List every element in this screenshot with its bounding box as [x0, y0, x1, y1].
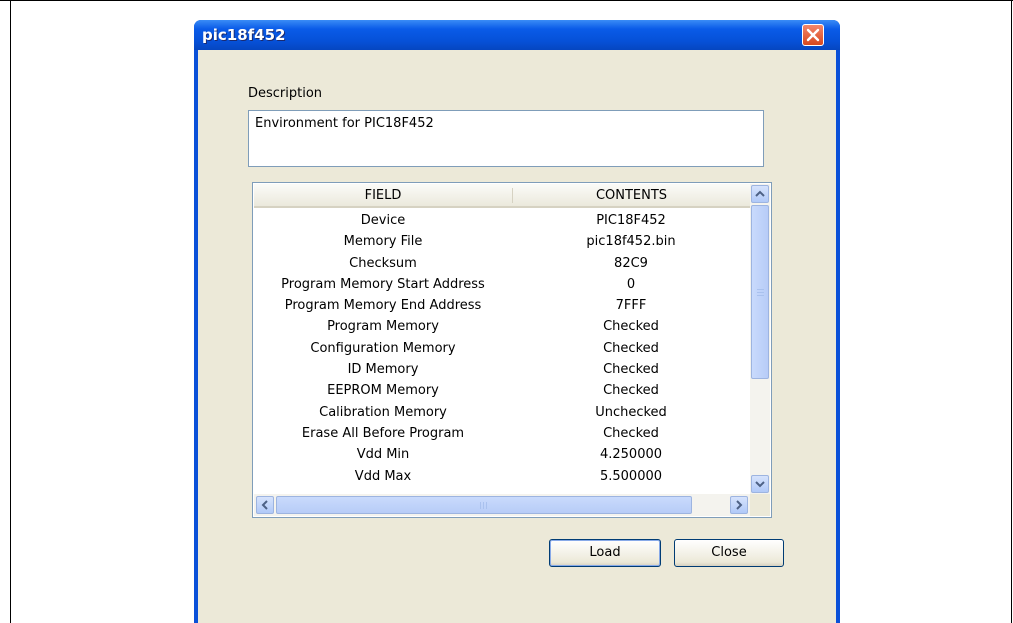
window-title: pic18f452	[202, 26, 286, 44]
table-row[interactable]: Erase All Before Program Checked	[254, 423, 750, 444]
table-row[interactable]: ID Memory Checked	[254, 359, 750, 380]
dialog-body: Description Environment for PIC18F452 FI…	[198, 50, 836, 623]
chevron-up-icon	[755, 190, 765, 197]
scroll-up-button[interactable]	[751, 185, 769, 203]
environment-table[interactable]: FIELD CONTENTS Device PIC18F452 Memory Fi…	[252, 182, 772, 518]
contents-cell: pic18f452.bin	[586, 234, 676, 250]
contents-cell: 4.250000	[599, 447, 663, 463]
field-cell: Program Memory End Address	[284, 298, 482, 314]
table-header: FIELD CONTENTS	[254, 184, 750, 208]
table-row[interactable]: Device PIC18F452	[254, 210, 750, 231]
close-button[interactable]: Close	[674, 539, 784, 567]
scrollbar-corner	[750, 494, 770, 516]
field-cell: Program Memory	[327, 319, 439, 335]
column-header-field[interactable]: FIELD	[254, 188, 512, 203]
page-border-right	[1011, 0, 1012, 623]
close-icon	[806, 28, 820, 42]
contents-cell: 7FFF	[615, 298, 647, 314]
contents-cell: Checked	[603, 362, 659, 378]
table-row[interactable]: EEPROM Memory Checked	[254, 380, 750, 401]
vertical-scroll-thumb[interactable]	[751, 205, 769, 379]
table-row[interactable]: Calibration Memory Unchecked	[254, 402, 750, 423]
title-bar[interactable]: pic18f452	[194, 20, 840, 50]
field-cell: Erase All Before Program	[301, 425, 465, 441]
table-row[interactable]: Vdd Min 4.250000	[254, 444, 750, 465]
description-field[interactable]: Environment for PIC18F452	[248, 110, 764, 167]
field-cell: Vdd Max	[354, 468, 412, 484]
close-window-button[interactable]	[802, 24, 824, 46]
table-row[interactable]: Memory File pic18f452.bin	[254, 231, 750, 252]
chevron-down-icon	[755, 481, 765, 488]
column-header-contents[interactable]: CONTENTS	[513, 188, 750, 203]
table-row[interactable]: Checksum 82C9	[254, 253, 750, 274]
contents-cell: 5.500000	[599, 468, 663, 484]
table-row[interactable]: Vdd Max 5.500000	[254, 466, 750, 487]
contents-cell: 0	[626, 276, 636, 292]
field-cell: ID Memory	[347, 362, 419, 378]
field-cell: Calibration Memory	[319, 404, 447, 420]
scroll-down-button[interactable]	[751, 475, 769, 493]
field-cell: EEPROM Memory	[327, 383, 439, 399]
contents-cell: 82C9	[614, 255, 648, 271]
contents-cell: Checked	[603, 319, 659, 335]
contents-cell: PIC18F452	[596, 213, 666, 228]
table-row[interactable]: Program Memory Start Address 0	[254, 274, 750, 295]
page-border-top	[0, 0, 1013, 1]
field-cell: Configuration Memory	[310, 340, 456, 356]
contents-cell: Checked	[603, 340, 659, 356]
field-cell: Memory File	[343, 234, 423, 250]
contents-cell: Checked	[603, 425, 659, 441]
table-row[interactable]: Program Memory End Address 7FFF	[254, 295, 750, 316]
description-label: Description	[248, 86, 323, 101]
field-cell: Vdd Min	[356, 447, 410, 463]
vertical-scrollbar[interactable]	[750, 184, 770, 494]
field-cell: Checksum	[349, 255, 417, 271]
contents-cell: Checked	[603, 383, 659, 399]
scroll-left-button[interactable]	[256, 496, 274, 514]
horizontal-scroll-thumb[interactable]	[276, 496, 692, 514]
table-row[interactable]: Configuration Memory Checked	[254, 338, 750, 359]
table-row[interactable]: Program Memory Checked	[254, 316, 750, 337]
contents-cell: Unchecked	[595, 404, 667, 420]
field-cell: Program Memory Start Address	[281, 276, 485, 292]
load-button[interactable]: Load	[549, 539, 661, 567]
scroll-right-button[interactable]	[730, 496, 748, 514]
chevron-right-icon	[736, 500, 743, 510]
chevron-left-icon	[261, 500, 268, 510]
horizontal-scrollbar[interactable]	[254, 494, 750, 516]
table-rows: Device PIC18F452 Memory File pic18f452.bin…	[254, 210, 750, 487]
page-border-left	[10, 0, 11, 623]
field-cell: Device	[360, 213, 406, 228]
dialog-window: pic18f452 Description Environment for PI…	[194, 20, 840, 623]
